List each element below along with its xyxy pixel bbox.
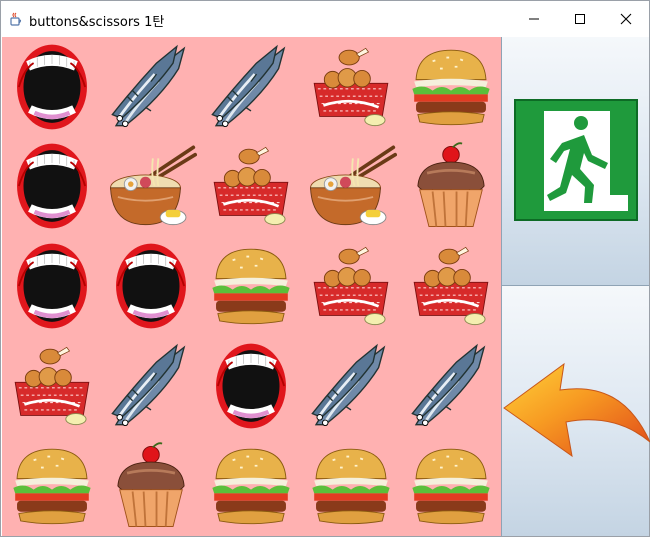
mouth-icon (6, 41, 98, 133)
close-icon (620, 13, 632, 25)
tile-fish[interactable] (202, 37, 301, 136)
tile-burger[interactable] (202, 237, 301, 336)
tile-cupcake[interactable] (401, 137, 500, 236)
title-bar: buttons&scissors 1탄 (1, 1, 649, 37)
chicken-icon (205, 140, 297, 232)
back-button[interactable] (501, 286, 650, 536)
minimize-icon (529, 18, 539, 20)
tile-mouth[interactable] (2, 237, 101, 336)
java-cup-icon (10, 12, 22, 26)
mouth-icon (6, 140, 98, 232)
tile-fish[interactable] (301, 336, 400, 435)
chicken-icon (405, 240, 497, 332)
fish-icon (105, 340, 197, 432)
mouth-icon (6, 240, 98, 332)
mouth-icon (205, 340, 297, 432)
tile-ramen[interactable] (102, 137, 201, 236)
tile-mouth[interactable] (2, 137, 101, 236)
tile-chicken[interactable] (301, 237, 400, 336)
close-button[interactable] (603, 1, 649, 37)
fish-icon (405, 340, 497, 432)
tile-mouth[interactable] (2, 37, 101, 136)
chicken-icon (6, 340, 98, 432)
tile-burger[interactable] (301, 436, 400, 535)
tile-chicken[interactable] (202, 137, 301, 236)
tile-burger[interactable] (401, 37, 500, 136)
ramen-icon (105, 140, 197, 232)
tile-chicken[interactable] (401, 237, 500, 336)
cupcake-icon (405, 140, 497, 232)
tile-ramen[interactable] (301, 137, 400, 236)
tile-cupcake[interactable] (102, 436, 201, 535)
tile-chicken[interactable] (301, 37, 400, 136)
burger-icon (305, 440, 397, 532)
fish-icon (105, 41, 197, 133)
burger-icon (405, 41, 497, 133)
mouth-icon (105, 240, 197, 332)
tile-mouth[interactable] (102, 237, 201, 336)
tile-chicken[interactable] (2, 336, 101, 435)
curved-back-arrow-icon (503, 362, 650, 458)
burger-icon (205, 240, 297, 332)
maximize-icon (575, 14, 585, 24)
emergency-exit-icon (514, 99, 638, 221)
ramen-icon (305, 140, 397, 232)
fish-icon (305, 340, 397, 432)
cupcake-icon (105, 440, 197, 532)
burger-icon (6, 440, 98, 532)
tile-fish[interactable] (401, 336, 500, 435)
window-title: buttons&scissors 1탄 (29, 15, 165, 30)
chicken-icon (305, 240, 397, 332)
burger-icon (405, 440, 497, 532)
burger-icon (205, 440, 297, 532)
tile-fish[interactable] (102, 37, 201, 136)
tile-burger[interactable] (202, 436, 301, 535)
fish-icon (205, 41, 297, 133)
game-window: buttons&scissors 1탄 (0, 0, 650, 537)
maximize-button[interactable] (557, 1, 603, 37)
chicken-icon (305, 41, 397, 133)
minimize-button[interactable] (511, 1, 557, 37)
exit-button[interactable] (501, 37, 649, 286)
tile-burger[interactable] (2, 436, 101, 535)
tile-fish[interactable] (102, 336, 201, 435)
tile-mouth[interactable] (202, 336, 301, 435)
tile-burger[interactable] (401, 436, 500, 535)
game-board (2, 37, 501, 536)
